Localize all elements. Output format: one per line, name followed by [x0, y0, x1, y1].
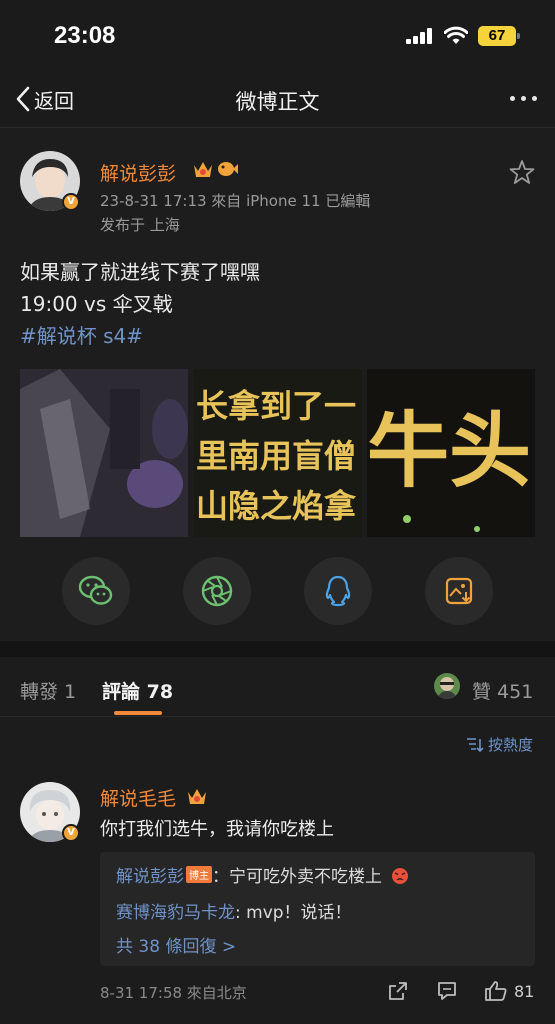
post-text-line-2: 19:00 vs 伞叉戟 — [20, 292, 173, 316]
status-bar: 23:08 67 — [0, 0, 555, 72]
nav-bar: 返回 微博正文 — [0, 72, 555, 128]
host-tag: 博主 — [186, 866, 212, 883]
tab-reposts[interactable]: 轉發 1 — [20, 677, 76, 704]
sort-by-hot-button[interactable]: 按熱度 — [466, 734, 533, 755]
battery-icon: 67 — [478, 26, 520, 46]
comment-icon[interactable] — [436, 980, 458, 1002]
more-options-button[interactable] — [510, 96, 537, 101]
save-image-button[interactable] — [425, 557, 493, 625]
fish-badge-icon — [218, 162, 238, 176]
comment-text: 你打我们选牛，我请你吃楼上 — [100, 819, 334, 840]
post-image-2[interactable]: 长拿到了一 里南用盲僧 山隐之焰拿 — [194, 369, 362, 537]
post-location: 发布于 上海 — [100, 216, 180, 234]
svg-text:里南用盲僧: 里南用盲僧 — [196, 437, 356, 475]
sort-label: 按熱度 — [487, 736, 533, 754]
hashtag-link[interactable]: #解说杯 s4# — [20, 320, 143, 349]
tab-comments[interactable]: 評論 78 — [102, 677, 173, 704]
reply-user[interactable]: 解说彭彭 — [116, 867, 184, 887]
comment-like-count: 81 — [514, 982, 535, 1001]
comment-tabs: 轉發 1 評論 78 贊 451 — [0, 657, 555, 717]
verified-badge: V — [62, 193, 80, 211]
post-image-3[interactable]: 牛头 — [367, 369, 535, 537]
sort-icon — [466, 737, 484, 752]
commenter-name[interactable]: 解说毛毛 — [100, 784, 176, 811]
svg-text:山隐之焰拿: 山隐之焰拿 — [196, 487, 356, 525]
reply-item[interactable]: 赛博海豹马卡龙: mvp！说话！ — [116, 898, 352, 923]
save-image-icon — [445, 577, 473, 605]
comment-meta: 8-31 17:58 來自北京 — [100, 984, 247, 1002]
share-moments-button[interactable] — [183, 557, 251, 625]
qq-icon — [325, 575, 351, 607]
star-icon[interactable] — [509, 159, 535, 185]
dot-icon — [532, 96, 537, 101]
page-title: 微博正文 — [235, 90, 320, 114]
post-text-line-1: 如果赢了就进线下赛了嘿嘿 — [20, 260, 260, 284]
wechat-icon — [78, 575, 113, 605]
angry-face-emoji-icon — [392, 868, 409, 884]
tab-likes[interactable]: 贊 451 — [472, 677, 533, 704]
section-separator — [0, 641, 555, 657]
reply-item[interactable]: 解说彭彭 博主 ：宁可吃外卖不吃楼上 — [116, 862, 409, 887]
status-time: 23:08 — [54, 22, 116, 49]
share-icon[interactable] — [387, 980, 409, 1002]
commenter-verified-badge: V — [62, 824, 80, 842]
dot-icon — [521, 96, 526, 101]
share-wechat-button[interactable] — [62, 557, 130, 625]
wifi-icon — [444, 26, 468, 44]
active-tab-indicator — [114, 711, 162, 715]
svg-text:牛头: 牛头 — [367, 404, 531, 499]
reply-text: ：宁可吃外卖不吃楼上 — [212, 867, 382, 887]
post-image-1[interactable] — [20, 369, 188, 537]
svg-text:长拿到了一: 长拿到了一 — [196, 387, 356, 425]
post-meta: 23-8-31 17:13 來自 iPhone 11 已編輯 — [100, 192, 371, 210]
share-qq-button[interactable] — [304, 557, 372, 625]
liker-avatar — [434, 673, 460, 699]
author-name[interactable]: 解说彭彭 — [100, 159, 176, 186]
post-card: V 解说彭彭 23-8-31 17:13 來自 iPhone 11 已編輯 发布… — [0, 129, 555, 641]
moments-icon — [201, 575, 233, 607]
crown-badge-icon — [194, 162, 212, 177]
reply-user[interactable]: 赛博海豹马卡龙 — [116, 903, 235, 923]
reply-box[interactable]: 解说彭彭 博主 ：宁可吃外卖不吃楼上 赛博海豹马卡龙: mvp！说话！ 共 38 條… — [100, 852, 535, 966]
view-all-replies-link[interactable]: 共 38 條回復 > — [116, 932, 236, 957]
dot-icon — [510, 96, 515, 101]
crown-badge-icon — [188, 789, 206, 804]
signal-icon — [406, 28, 432, 44]
reply-text: : mvp！说话！ — [235, 903, 352, 923]
like-icon[interactable] — [484, 980, 508, 1002]
